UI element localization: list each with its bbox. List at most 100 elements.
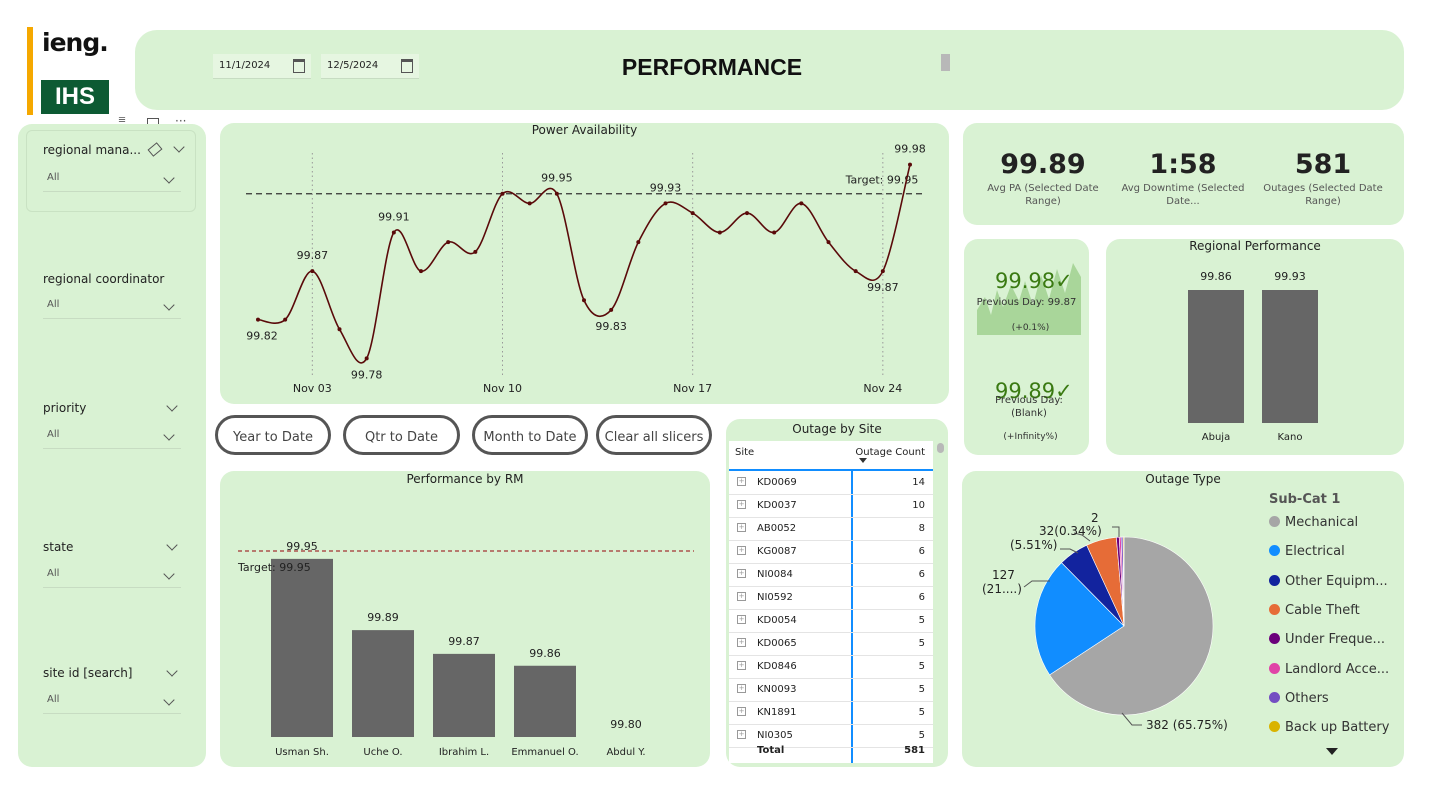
kpi-outages-label: Outages (Selected Date Range) xyxy=(1263,183,1383,207)
table-row[interactable]: + KD0069 14 xyxy=(729,471,933,495)
data-point xyxy=(772,230,777,235)
table-header-site[interactable]: Site xyxy=(735,447,754,458)
data-point xyxy=(636,240,641,245)
legend-item[interactable]: Cable Theft xyxy=(1269,603,1360,618)
slicer-dropdown[interactable]: All xyxy=(43,169,181,192)
date-slider-handle[interactable] xyxy=(941,54,950,71)
outage-type-pie-chart: 382 (65.75%) 127(21....) (5.51%)32(0.34%)2 xyxy=(982,511,1228,732)
chevron-down-icon xyxy=(163,694,175,706)
expand-icon[interactable]: + xyxy=(737,592,746,601)
table-row[interactable]: + KD0037 10 xyxy=(729,494,933,518)
table-row[interactable]: + KD0054 5 xyxy=(729,609,933,633)
expand-icon[interactable]: + xyxy=(737,523,746,532)
legend-item[interactable]: Back up Battery xyxy=(1269,720,1389,735)
legend-label: Landlord Acce... xyxy=(1285,661,1390,677)
expand-icon[interactable]: + xyxy=(737,500,746,509)
data-point xyxy=(310,269,315,274)
chevron-down-icon[interactable] xyxy=(166,400,178,412)
calendar-icon[interactable] xyxy=(401,59,413,73)
count-cell: 5 xyxy=(918,707,925,718)
data-label: (21....) xyxy=(982,582,1022,596)
clear-slicers-button[interactable]: Clear all slicers xyxy=(596,415,712,455)
legend-item[interactable]: Electrical xyxy=(1269,544,1345,559)
site-cell: KD0054 xyxy=(757,615,797,626)
data-label: 99.98 xyxy=(894,143,926,156)
data-point xyxy=(419,269,423,274)
table-row[interactable]: + KN0093 5 xyxy=(729,678,933,702)
data-point xyxy=(853,269,858,274)
table-row[interactable]: + KG0087 6 xyxy=(729,540,933,564)
data-label: 99.87 xyxy=(297,249,329,262)
kpi-outages-value: 581 xyxy=(1294,149,1352,180)
legend-item[interactable]: Landlord Acce... xyxy=(1269,662,1389,677)
data-label: 99.95 xyxy=(286,540,318,553)
count-cell: 5 xyxy=(918,638,925,649)
data-label: 99.78 xyxy=(351,368,383,381)
kpi-avg-pa-label: Avg PA (Selected Date Range) xyxy=(987,183,1099,207)
table-row[interactable]: + NI0084 6 xyxy=(729,563,933,587)
date-to-input[interactable]: 12/5/2024 xyxy=(321,54,419,79)
table-row[interactable]: + AB0052 8 xyxy=(729,517,933,541)
x-tick-label: Abdul Y. xyxy=(606,747,645,758)
data-label: 99.86 xyxy=(529,647,561,660)
expand-icon[interactable]: + xyxy=(737,684,746,693)
expand-icon[interactable]: + xyxy=(737,546,746,555)
legend-item[interactable]: Mechanical xyxy=(1269,515,1358,530)
target-label: Target: 99.95 xyxy=(237,561,311,574)
data-point xyxy=(826,240,831,245)
slicer-dropdown[interactable]: All xyxy=(43,426,181,449)
legend-item[interactable]: Others xyxy=(1269,691,1329,706)
slicer-dropdown[interactable]: All xyxy=(43,691,181,714)
expand-icon[interactable]: + xyxy=(737,638,746,647)
chevron-down-icon xyxy=(163,172,175,184)
pie-legend: Mechanical Electrical Other Equipm... Cable… xyxy=(1269,471,1404,767)
expand-icon[interactable]: + xyxy=(737,661,746,670)
expand-icon[interactable]: + xyxy=(737,569,746,578)
ihs-logo: IHS xyxy=(41,80,109,114)
month-to-date-button[interactable]: Month to Date xyxy=(472,415,588,455)
slicer-dropdown[interactable]: All xyxy=(43,296,181,319)
year-to-date-button[interactable]: Year to Date xyxy=(215,415,331,455)
table-scrollbar[interactable] xyxy=(937,443,944,453)
calendar-icon[interactable] xyxy=(293,59,305,73)
data-label: 99.89 xyxy=(367,611,399,624)
table-header-count[interactable]: Outage Count xyxy=(855,447,925,458)
data-point xyxy=(717,230,722,235)
chevron-down-icon[interactable] xyxy=(173,141,185,153)
data-point xyxy=(337,327,342,332)
daily-card-delta: (+Infinity%) xyxy=(1003,432,1058,442)
data-point xyxy=(609,307,614,312)
qtr-to-date-button[interactable]: Qtr to Date xyxy=(343,415,460,455)
legend-item[interactable]: Under Freque... xyxy=(1269,632,1385,647)
count-cell: 5 xyxy=(918,615,925,626)
date-from-input[interactable]: 11/1/2024 xyxy=(213,54,311,79)
slicer-dropdown[interactable]: All xyxy=(43,565,181,588)
count-cell: 6 xyxy=(918,546,925,557)
legend-label: Cable Theft xyxy=(1285,602,1360,618)
legend-label: Others xyxy=(1285,690,1329,706)
legend-scroll-down-icon[interactable] xyxy=(1326,748,1338,755)
expand-icon[interactable]: + xyxy=(737,615,746,624)
daily-card-prev: Previous Day: (Blank) xyxy=(995,395,1063,419)
legend-swatch xyxy=(1269,545,1280,557)
count-cell: 6 xyxy=(918,569,925,580)
expand-icon[interactable]: + xyxy=(737,707,746,716)
chevron-down-icon[interactable] xyxy=(166,539,178,551)
legend-item[interactable]: Other Equipm... xyxy=(1269,574,1388,589)
sort-desc-icon xyxy=(859,458,867,463)
expand-icon[interactable]: + xyxy=(737,730,746,739)
chevron-down-icon[interactable] xyxy=(166,665,178,677)
table-row[interactable]: + KN1891 5 xyxy=(729,701,933,725)
table-row[interactable]: + KD0846 5 xyxy=(729,655,933,679)
kpi-avg-pa-value: 99.89 xyxy=(1000,149,1086,180)
slicer-regional-manager[interactable]: regional mana... All xyxy=(26,130,196,212)
data-label: 99.87 xyxy=(867,281,899,294)
site-cell: KN1891 xyxy=(757,707,797,718)
table-row[interactable]: + NI0592 6 xyxy=(729,586,933,610)
expand-icon[interactable]: + xyxy=(737,477,746,486)
data-point xyxy=(663,201,668,206)
site-cell: KD0069 xyxy=(757,477,797,488)
eraser-icon[interactable] xyxy=(147,142,163,157)
table-row[interactable]: + KD0065 5 xyxy=(729,632,933,656)
data-label: 99.82 xyxy=(246,330,278,343)
